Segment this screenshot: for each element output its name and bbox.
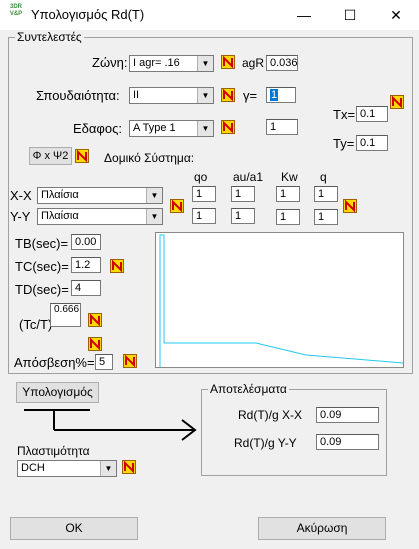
yy-kw-field[interactable]: 1 <box>276 209 300 225</box>
result-xx-label: Rd(T)/g X-X <box>238 408 303 422</box>
result-yy-label: Rd(T)/g Y-Y <box>234 436 297 450</box>
results-group: Αποτελέσματα <box>201 382 387 476</box>
yy-qo-field[interactable]: 1 <box>192 208 216 224</box>
xx-q-field[interactable]: 1 <box>314 186 338 202</box>
chevron-down-icon: ▼ <box>100 461 116 476</box>
tx-label: Tx= <box>333 107 356 122</box>
col-header-q: q <box>320 170 327 184</box>
tc-t-label: (Tc/T) <box>19 317 53 332</box>
yy-label: Y-Y <box>10 209 31 224</box>
note-icon[interactable] <box>343 199 357 213</box>
result-xx-field[interactable]: 0.09 <box>316 407 379 423</box>
soil-extra-field[interactable]: 1 <box>266 119 298 135</box>
yy-au-a1-field[interactable]: 1 <box>231 208 255 224</box>
damping-field[interactable]: 5 <box>95 354 113 370</box>
zone-select[interactable]: I agr= .16 ▼ <box>129 55 214 72</box>
damping-label: Απόσβεση%= <box>14 355 95 370</box>
close-button[interactable]: ✕ <box>373 0 419 30</box>
tb-label: TB(sec)= <box>15 236 69 251</box>
chevron-down-icon: ▼ <box>146 209 162 224</box>
col-header-kw: Kw <box>281 170 298 184</box>
zone-label: Ζώνη: <box>92 55 128 70</box>
app-icon: 3DR V&P <box>9 4 23 17</box>
xx-system-select[interactable]: Πλαίσια ▼ <box>37 187 163 204</box>
maximize-button[interactable]: ☐ <box>327 0 373 30</box>
chevron-down-icon: ▼ <box>197 56 213 71</box>
xx-au-a1-field[interactable]: 1 <box>231 186 255 202</box>
xx-kw-field[interactable]: 1 <box>276 186 300 202</box>
tb-field[interactable]: 0.00 <box>71 234 101 250</box>
importance-label: Σπουδαιότητα: <box>36 88 120 103</box>
title-bar: 3DR V&P Υπολογισμός Rd(T) — ☐ ✕ <box>0 0 419 30</box>
calculate-button[interactable]: Υπολογισμός <box>16 382 99 403</box>
spectrum-plot <box>155 232 404 368</box>
note-icon[interactable] <box>75 149 89 163</box>
td-label: TD(sec)= <box>15 282 69 297</box>
chevron-down-icon: ▼ <box>146 188 162 203</box>
note-icon[interactable] <box>221 120 235 134</box>
yy-q-field[interactable]: 1 <box>314 209 338 225</box>
chevron-down-icon: ▼ <box>197 88 213 103</box>
spectrum-curve <box>159 234 404 367</box>
cancel-button[interactable]: Ακύρωση <box>258 517 386 540</box>
tc-field[interactable]: 1.2 <box>71 257 101 273</box>
agr-label: agR <box>242 56 265 70</box>
td-field[interactable]: 4 <box>71 280 101 296</box>
ty-label: Ty= <box>333 136 355 151</box>
importance-select[interactable]: II ▼ <box>129 87 214 104</box>
agr-field[interactable]: 0.036 <box>266 55 298 71</box>
tc-label: TC(sec)= <box>15 259 69 274</box>
note-icon[interactable] <box>88 313 102 327</box>
structural-system-label: Δομικό Σύστημα: <box>104 151 195 165</box>
gamma-label: γ= <box>243 88 258 103</box>
window-title: Υπολογισμός Rd(T) <box>31 7 145 22</box>
gamma-field[interactable]: 1 <box>266 87 296 103</box>
factors-legend: Συντελεστές <box>17 30 82 44</box>
phi-psi-button[interactable]: Φ x Ψ2 <box>29 147 72 165</box>
note-icon[interactable] <box>170 199 184 213</box>
yy-system-select[interactable]: Πλαίσια ▼ <box>37 208 163 225</box>
ductility-select[interactable]: DCH ▼ <box>17 460 117 477</box>
note-icon[interactable] <box>110 259 124 273</box>
note-icon[interactable] <box>221 88 235 102</box>
soil-select[interactable]: A Type 1 ▼ <box>129 120 214 137</box>
ok-button[interactable]: OK <box>10 517 138 540</box>
soil-label: Εδαφος: <box>73 121 122 136</box>
xx-qo-field[interactable]: 1 <box>192 186 216 202</box>
col-header-au-a1: au/a1 <box>233 170 264 184</box>
ty-field[interactable]: 0.1 <box>356 135 388 151</box>
tx-field[interactable]: 0.1 <box>356 106 388 122</box>
ductility-label: Πλαστιμότητα <box>17 444 90 458</box>
chevron-down-icon: ▼ <box>197 121 213 136</box>
note-icon[interactable] <box>123 354 137 368</box>
minimize-button[interactable]: — <box>281 0 327 30</box>
note-icon[interactable] <box>88 337 102 351</box>
col-header-qo: qo <box>194 170 208 184</box>
xx-label: X-X <box>10 188 32 203</box>
note-icon[interactable] <box>390 95 404 109</box>
tc-t-field[interactable]: 0.666 <box>50 303 81 327</box>
note-icon[interactable] <box>221 55 235 69</box>
arrow-decoration <box>24 409 197 441</box>
note-icon[interactable] <box>122 460 136 474</box>
result-yy-field[interactable]: 0.09 <box>316 434 379 450</box>
results-legend: Αποτελέσματα <box>210 382 287 396</box>
